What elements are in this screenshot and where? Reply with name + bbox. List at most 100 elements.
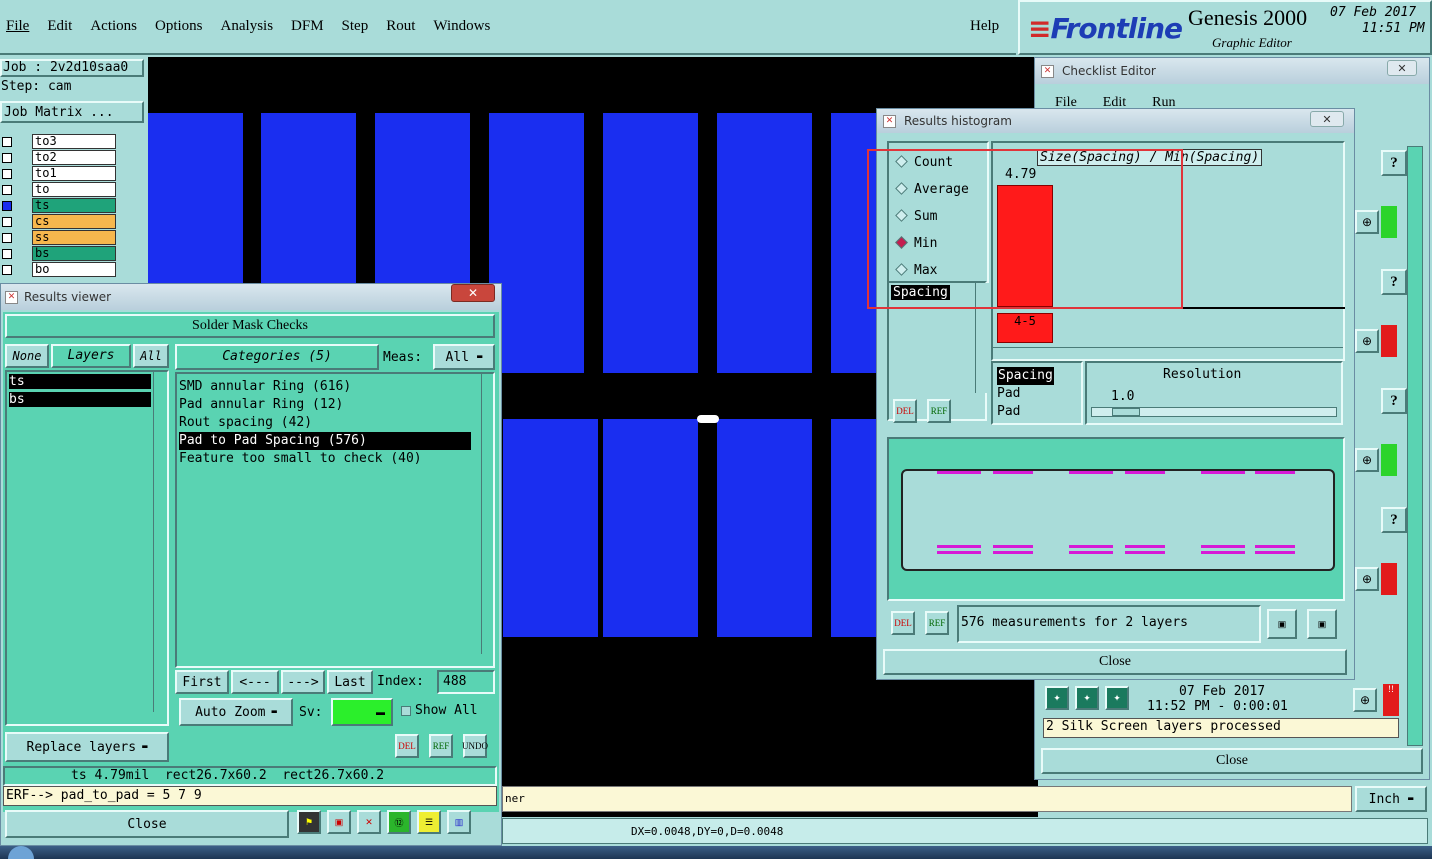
del-icon[interactable]: DEL	[395, 734, 419, 758]
category-item[interactable]: Pad annular Ring (12)	[179, 396, 471, 414]
layer-item-bs[interactable]: bs	[9, 392, 151, 407]
category-item[interactable]: Rout spacing (42)	[179, 414, 471, 432]
layer-row-8[interactable]: bo	[0, 262, 116, 278]
checklist-scrollbar[interactable]	[1407, 146, 1423, 746]
menu-options[interactable]: Options	[155, 18, 203, 35]
stop-icon[interactable]: ✦	[1105, 686, 1129, 710]
layer-checkbox[interactable]	[2, 153, 12, 163]
none-button[interactable]: None	[5, 344, 49, 368]
replace-layers-dropdown[interactable]: Replace layers ▬	[5, 732, 169, 762]
chart-icon[interactable]: ▥	[447, 810, 471, 834]
category-item[interactable]: Pad to Pad Spacing (576)	[179, 432, 471, 450]
histogram-close-button[interactable]: Close	[883, 649, 1347, 675]
layer-checkbox[interactable]	[2, 201, 12, 211]
menu-actions[interactable]: Actions	[90, 18, 137, 35]
record-icon[interactable]: ▣	[327, 810, 351, 834]
layer-row-0[interactable]: to3	[0, 134, 116, 150]
zoom-icon[interactable]: ⊕	[1355, 329, 1379, 353]
category-item[interactable]: SMD annular Ring (616)	[179, 378, 471, 396]
check-header: Solder Mask Checks	[5, 314, 495, 338]
help-icon[interactable]: ?	[1381, 150, 1407, 176]
help-icon[interactable]: ?	[1381, 269, 1407, 295]
menu-edit[interactable]: Edit	[47, 18, 72, 35]
index-input[interactable]: 488	[437, 670, 495, 694]
del-icon[interactable]: DEL	[893, 399, 917, 423]
checklist-close-button[interactable]: Close	[1041, 748, 1423, 774]
close-icon[interactable]: ✕	[1310, 111, 1344, 127]
run-all-icon[interactable]: ✦	[1075, 686, 1099, 710]
menu-analysis[interactable]: Analysis	[221, 18, 274, 35]
menu-windows[interactable]: Windows	[433, 18, 490, 35]
layer-checkbox[interactable]	[2, 169, 12, 179]
layer-row-5[interactable]: cs	[0, 214, 116, 230]
step-name: Step: cam	[1, 79, 72, 94]
show-all-checkbox[interactable]	[401, 706, 411, 716]
viewer-close-button[interactable]: Close	[5, 810, 289, 838]
report-icon[interactable]: ☰	[417, 810, 441, 834]
help-icon[interactable]: ?	[1381, 388, 1407, 414]
undo-icon[interactable]: UNDO	[462, 734, 488, 758]
zoom-back-icon[interactable]: ▣	[1307, 609, 1337, 639]
del-icon[interactable]: DEL	[891, 611, 915, 635]
run-icon[interactable]: ✦	[1045, 686, 1069, 710]
zoom-icon[interactable]: ⊕	[1353, 688, 1377, 712]
taskbar	[0, 846, 1432, 859]
zoom-icon[interactable]: ⊕	[1355, 567, 1379, 591]
resolution-slider[interactable]	[1091, 407, 1337, 417]
index-label: Index:	[377, 674, 424, 689]
zoom-icon[interactable]: ⊕	[1355, 210, 1379, 234]
attr-pad[interactable]: Pad	[997, 403, 1054, 421]
menu-help[interactable]: Help	[970, 18, 999, 35]
layer-checkbox[interactable]	[2, 265, 12, 275]
zoom-icon[interactable]: ⊕	[1355, 448, 1379, 472]
close-icon[interactable]: ✕	[1387, 60, 1417, 76]
layer-checkbox[interactable]	[2, 217, 12, 227]
auto-zoom-dropdown[interactable]: Auto Zoom ▬	[179, 698, 293, 726]
sv-dropdown[interactable]: ▬	[331, 698, 393, 726]
layer-checkbox[interactable]	[2, 233, 12, 243]
ref-icon[interactable]: REF	[925, 611, 949, 635]
layer-row-7[interactable]: bs	[0, 246, 116, 262]
all-button[interactable]: All	[133, 344, 169, 368]
ref-icon[interactable]: REF	[429, 734, 453, 758]
category-item[interactable]: Feature too small to check (40)	[179, 450, 471, 468]
close-icon[interactable]: ✕	[451, 284, 495, 302]
erf-icon[interactable]: ✕	[357, 810, 381, 834]
layer-row-4[interactable]: ts	[0, 198, 116, 214]
first-button[interactable]: First	[175, 670, 229, 694]
layer-listbox: ts bs	[5, 370, 169, 726]
layer-row-2[interactable]: to1	[0, 166, 116, 182]
layer-row-3[interactable]: to	[0, 182, 116, 198]
layer-checkbox[interactable]	[2, 185, 12, 195]
bar-label: 4-5	[997, 313, 1053, 343]
menu-dfm[interactable]: DFM	[291, 18, 324, 35]
help-icon[interactable]: ?	[1381, 507, 1407, 533]
flag-icon[interactable]: ⚑	[297, 810, 321, 834]
menu-step[interactable]: Step	[342, 18, 369, 35]
layer-row-6[interactable]: ss	[0, 230, 116, 246]
prev-button[interactable]: <---	[231, 670, 279, 694]
status-line: ts 4.79mil rect26.7x60.2 rect26.7x60.2	[3, 766, 497, 786]
attr-spacing[interactable]: Spacing	[997, 367, 1054, 385]
job-matrix-button[interactable]: Job Matrix ...	[0, 101, 144, 123]
ref-icon[interactable]: REF	[927, 399, 951, 423]
graph-scrollbar[interactable]	[993, 347, 1343, 357]
layer-item-ts[interactable]: ts	[9, 374, 151, 389]
layer-checkbox[interactable]	[2, 249, 12, 259]
layer-row-1[interactable]: to2	[0, 150, 116, 166]
menu-rout[interactable]: Rout	[386, 18, 415, 35]
attr-pad[interactable]: Pad	[997, 385, 1054, 403]
zoom-to-fit-icon[interactable]: ▣	[1267, 609, 1297, 639]
layer-name: to2	[32, 150, 116, 165]
menu-file[interactable]: File	[6, 18, 29, 35]
layer-scrollbar[interactable]	[153, 372, 165, 712]
meas-dropdown[interactable]: All ▬	[433, 344, 495, 370]
checklist-title: Checklist Editor	[1062, 64, 1156, 78]
next-button[interactable]: --->	[281, 670, 325, 694]
last-button[interactable]: Last	[327, 670, 373, 694]
units-dropdown[interactable]: Inch ▬	[1355, 786, 1427, 812]
number-icon[interactable]: ⑫	[387, 810, 411, 834]
start-orb-icon[interactable]	[8, 846, 34, 859]
layer-checkbox[interactable]	[2, 137, 12, 147]
categories-scrollbar[interactable]	[481, 374, 493, 654]
